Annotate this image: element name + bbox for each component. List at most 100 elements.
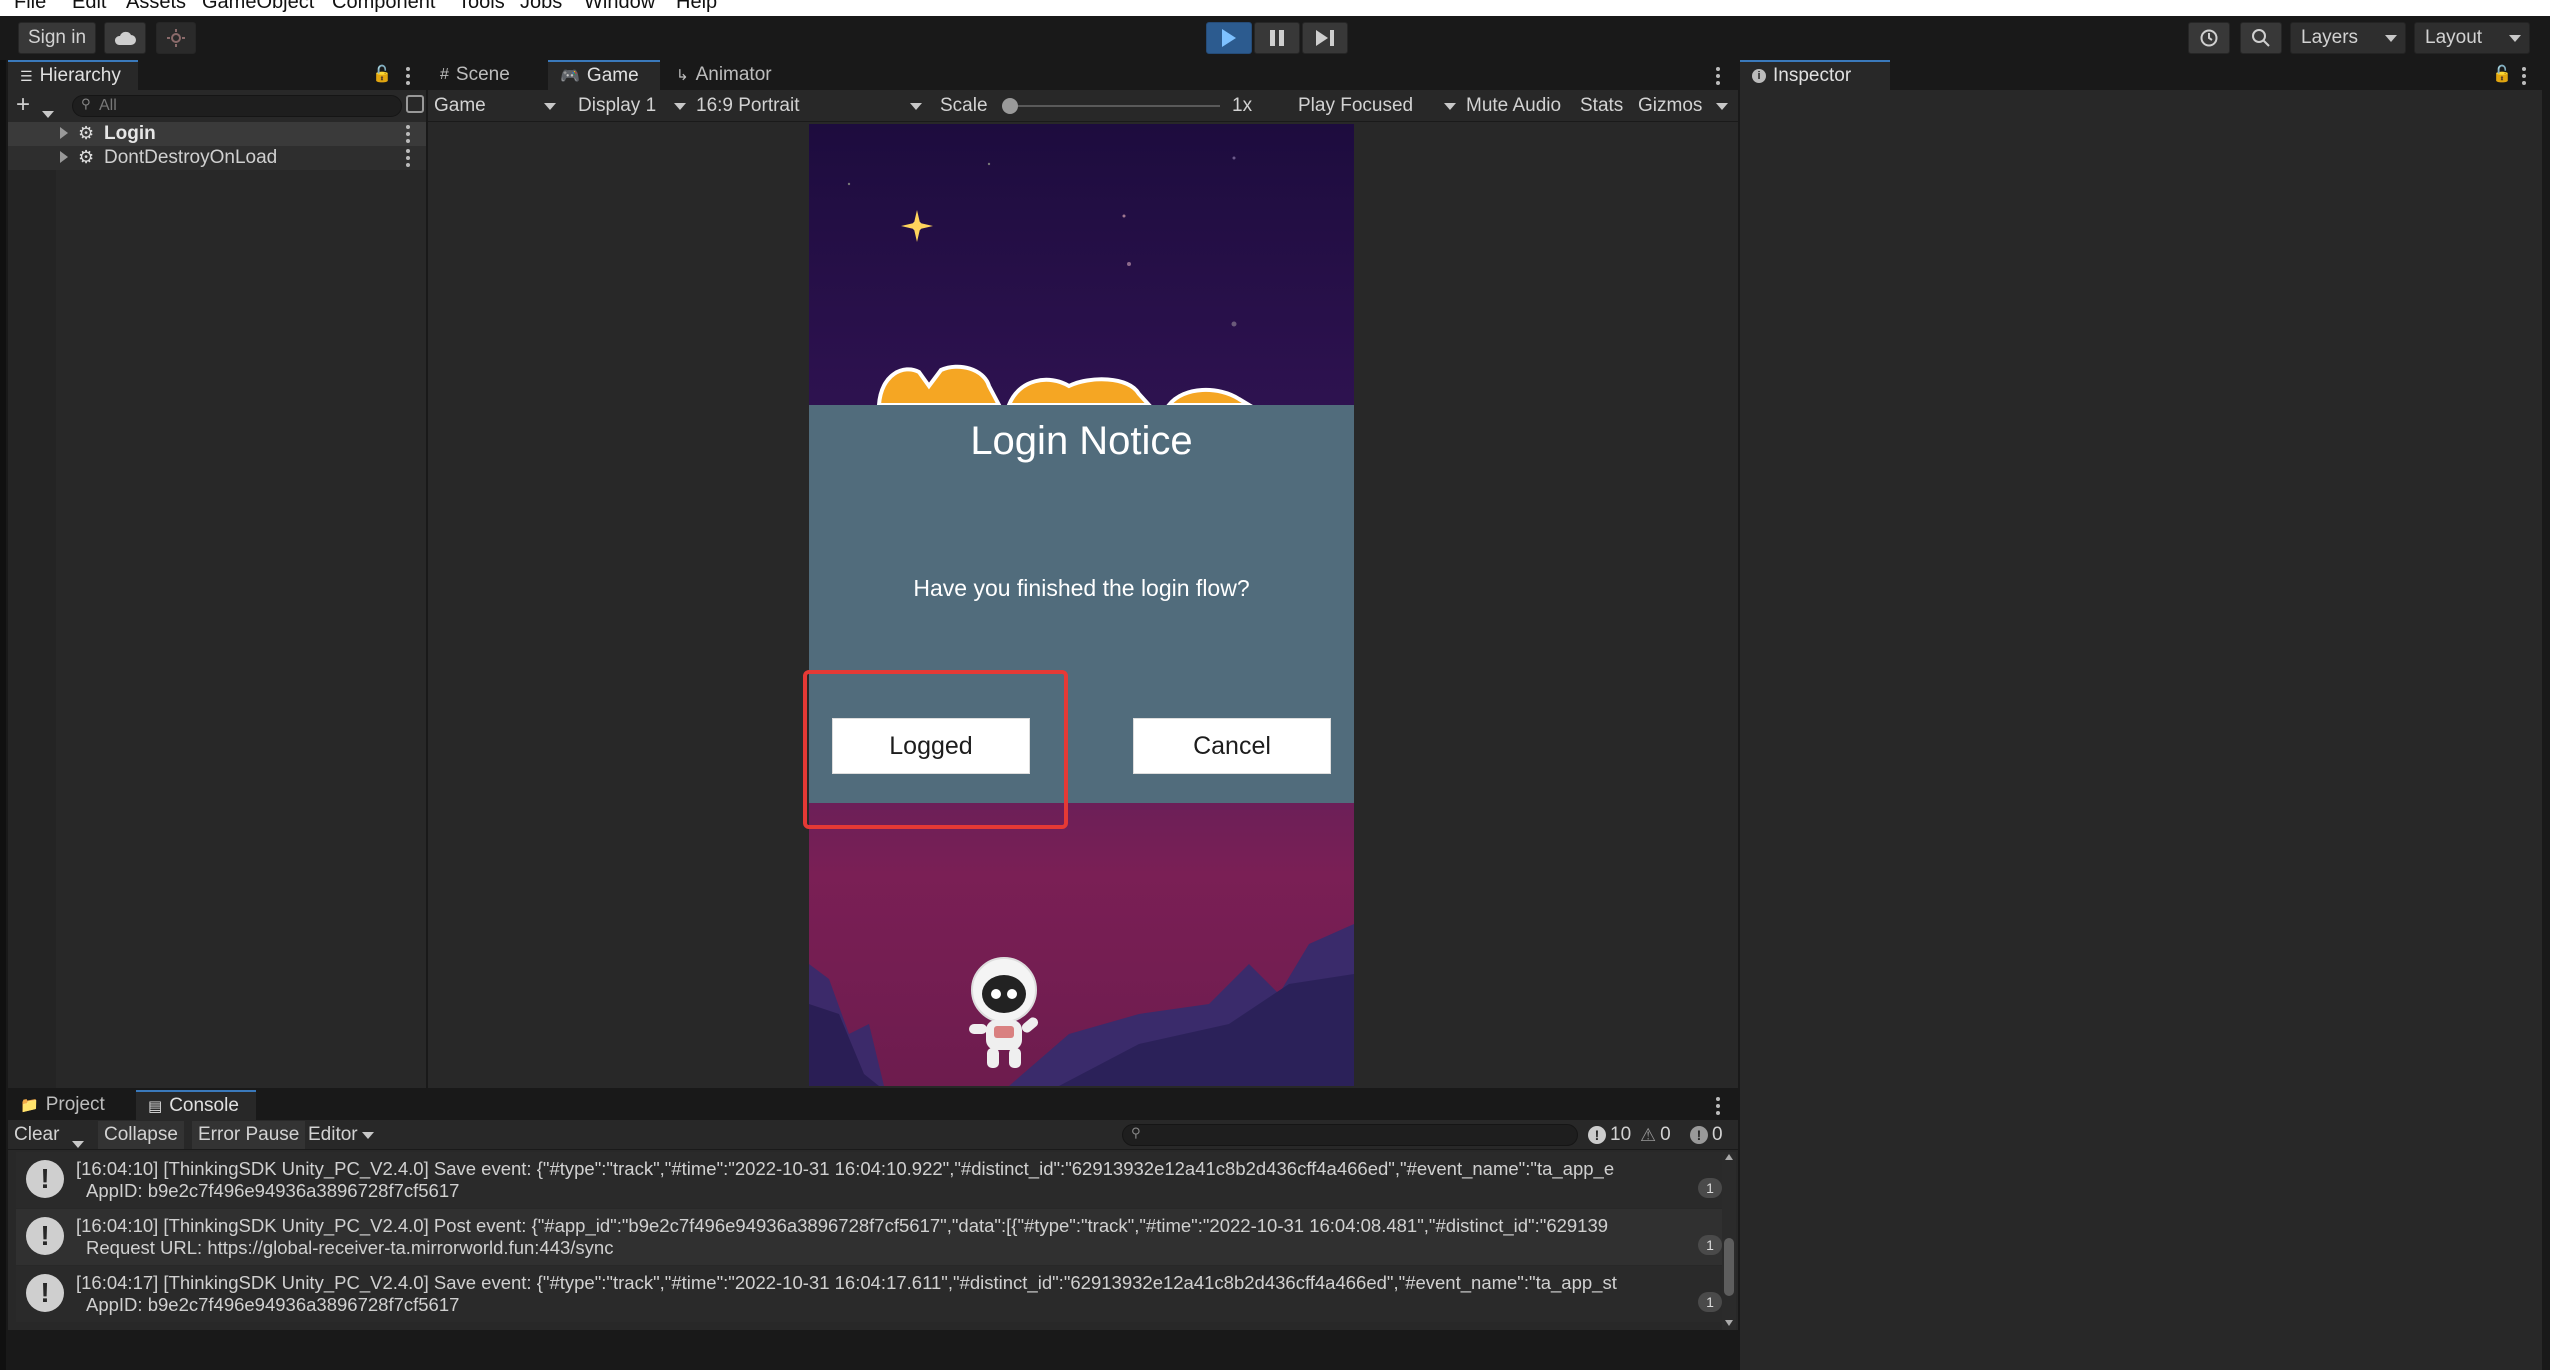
- console-toolbar: Clear Collapse Error Pause Editor ⚲ ! 10…: [8, 1120, 1738, 1150]
- error-filter-toggle[interactable]: ! 0: [1690, 1121, 1723, 1149]
- tab-game[interactable]: 🎮 Game: [548, 60, 660, 90]
- game-view-canvas[interactable]: Login Notice Have you finished the login…: [809, 124, 1354, 1086]
- tab-inspector[interactable]: i Inspector: [1740, 60, 1890, 90]
- menu-tools[interactable]: Tools: [458, 0, 505, 14]
- more-icon[interactable]: [1716, 1097, 1720, 1118]
- step-button[interactable]: [1302, 22, 1348, 54]
- history-icon[interactable]: [2188, 22, 2230, 54]
- menu-file[interactable]: File: [14, 0, 46, 14]
- cancel-button[interactable]: Cancel: [1133, 718, 1331, 774]
- console-tabbar: 📁 Project ▤ Console: [8, 1090, 1738, 1120]
- search-icon: ⚲: [1131, 1125, 1141, 1140]
- menu-edit[interactable]: Edit: [72, 0, 106, 14]
- tab-hierarchy[interactable]: ☰ Hierarchy: [8, 60, 138, 90]
- add-icon[interactable]: +: [16, 91, 30, 119]
- hierarchy-item[interactable]: ⚙ DontDestroyOnLoad: [8, 146, 426, 170]
- play-mode-label: Play Focused: [1298, 95, 1414, 116]
- more-icon[interactable]: [2522, 67, 2526, 88]
- scroll-down-arrow-icon[interactable]: [1725, 1320, 1733, 1326]
- more-icon[interactable]: [406, 149, 410, 170]
- log-filter-toggle[interactable]: ! 10: [1588, 1121, 1631, 1149]
- tab-hierarchy-label: Hierarchy: [39, 65, 121, 86]
- log-entry[interactable]: ! [16:04:17] [ThinkingSDK Unity_PC_V2.4.…: [16, 1266, 1722, 1322]
- console-log-list: ! [16:04:10] [ThinkingSDK Unity_PC_V2.4.…: [8, 1152, 1722, 1330]
- search-icon[interactable]: [2240, 22, 2282, 54]
- tab-project[interactable]: 📁 Project: [8, 1090, 128, 1120]
- console-search-input[interactable]: ⚲: [1122, 1124, 1578, 1146]
- clear-button[interactable]: Clear: [14, 1121, 59, 1149]
- chevron-down-icon: [910, 103, 922, 110]
- tab-inspector-label: Inspector: [1773, 65, 1852, 86]
- chevron-down-icon: [1716, 103, 1728, 110]
- log-message: [16:04:10] [ThinkingSDK Unity_PC_V2.4.0]…: [76, 1158, 1615, 1179]
- scroll-up-arrow-icon[interactable]: [1725, 1154, 1733, 1160]
- scale-slider-thumb[interactable]: [1002, 98, 1018, 114]
- menu-gameobject[interactable]: GameObject: [202, 0, 314, 14]
- layout-dropdown[interactable]: Layout: [2414, 22, 2530, 54]
- tab-animator-label: Animator: [695, 64, 772, 85]
- inspector-panel: i Inspector 🔓: [1740, 60, 2542, 1370]
- mute-audio-toggle[interactable]: Mute Audio: [1466, 92, 1561, 120]
- scale-label: Scale: [940, 95, 988, 116]
- tab-animator[interactable]: ↳ Animator: [664, 60, 804, 90]
- expand-arrow-icon[interactable]: [60, 127, 68, 139]
- cloud-icon[interactable]: [104, 22, 146, 54]
- display-dropdown[interactable]: Display 1: [578, 92, 688, 120]
- expand-arrow-icon[interactable]: [60, 151, 68, 163]
- gizmos-dropdown[interactable]: Gizmos: [1638, 92, 1734, 120]
- dialog-title: Login Notice: [970, 419, 1193, 463]
- log-message: [16:04:10] [ThinkingSDK Unity_PC_V2.4.0]…: [76, 1215, 1609, 1236]
- collapse-toggle[interactable]: Collapse: [98, 1121, 184, 1149]
- console-scrollbar[interactable]: [1722, 1152, 1736, 1330]
- clear-options-chevron-icon[interactable]: [72, 1132, 84, 1154]
- scale-slider[interactable]: [1002, 98, 1220, 114]
- menu-assets[interactable]: Assets: [126, 0, 186, 14]
- chevron-down-icon[interactable]: [42, 102, 54, 124]
- tab-scene[interactable]: # Scene: [428, 60, 538, 90]
- layers-dropdown[interactable]: Layers: [2290, 22, 2406, 54]
- log-entry[interactable]: ! [16:04:10] [ThinkingSDK Unity_PC_V2.4.…: [16, 1152, 1722, 1208]
- log-repeat-count: 1: [1698, 1292, 1722, 1312]
- pause-button[interactable]: [1254, 22, 1300, 54]
- menu-window[interactable]: Window: [584, 0, 655, 14]
- tab-console-label: Console: [169, 1095, 239, 1116]
- sign-in-button[interactable]: Sign in: [18, 22, 96, 54]
- aspect-dropdown[interactable]: 16:9 Portrait: [696, 92, 928, 120]
- hierarchy-item[interactable]: ⚙ Login: [8, 122, 426, 146]
- log-repeat-count: 1: [1698, 1235, 1722, 1255]
- step-icon: [1316, 30, 1334, 46]
- chevron-down-icon: [2509, 35, 2521, 42]
- play-button[interactable]: [1206, 22, 1252, 54]
- hierarchy-panel: ☰ Hierarchy 🔓 + ⚲ All ⚙ Login ⚙ DontDest…: [8, 60, 426, 1088]
- tab-scene-label: Scene: [455, 64, 510, 85]
- view-dropdown[interactable]: Game: [434, 92, 562, 120]
- menu-jobs[interactable]: Jobs: [520, 0, 562, 14]
- tab-console[interactable]: ▤ Console: [136, 1090, 256, 1120]
- grid-icon: #: [440, 66, 449, 83]
- stats-toggle[interactable]: Stats: [1580, 92, 1623, 120]
- menu-help[interactable]: Help: [676, 0, 717, 14]
- more-icon[interactable]: [406, 67, 410, 88]
- lock-icon[interactable]: 🔓: [2492, 64, 2512, 84]
- error-icon: !: [1690, 1126, 1708, 1144]
- scene-search-icon[interactable]: [406, 95, 424, 113]
- log-entry[interactable]: ! [16:04:10] [ThinkingSDK Unity_PC_V2.4.…: [16, 1209, 1722, 1265]
- more-icon[interactable]: [406, 125, 410, 146]
- gizmos-label: Gizmos: [1638, 95, 1703, 116]
- log-detail: AppID: b9e2c7f496e94936a3896728f7cf5617: [86, 1294, 460, 1315]
- hierarchy-search-input[interactable]: ⚲ All: [72, 95, 402, 117]
- editor-label: Editor: [308, 1124, 358, 1145]
- more-icon[interactable]: [1716, 67, 1720, 88]
- menu-component[interactable]: Component: [332, 0, 435, 14]
- error-pause-toggle[interactable]: Error Pause: [192, 1121, 306, 1149]
- warning-icon: ⚠: [1640, 1124, 1657, 1145]
- collab-icon[interactable]: [156, 22, 196, 54]
- lock-icon[interactable]: 🔓: [372, 64, 392, 84]
- scrollbar-thumb[interactable]: [1724, 1238, 1734, 1296]
- info-log-icon: !: [26, 1160, 64, 1198]
- warning-filter-toggle[interactable]: ⚠ 0: [1640, 1121, 1671, 1149]
- layers-label: Layers: [2301, 27, 2359, 48]
- starfield-background: [847, 156, 1253, 405]
- editor-dropdown[interactable]: Editor: [308, 1121, 388, 1149]
- play-mode-dropdown[interactable]: Play Focused: [1298, 92, 1458, 120]
